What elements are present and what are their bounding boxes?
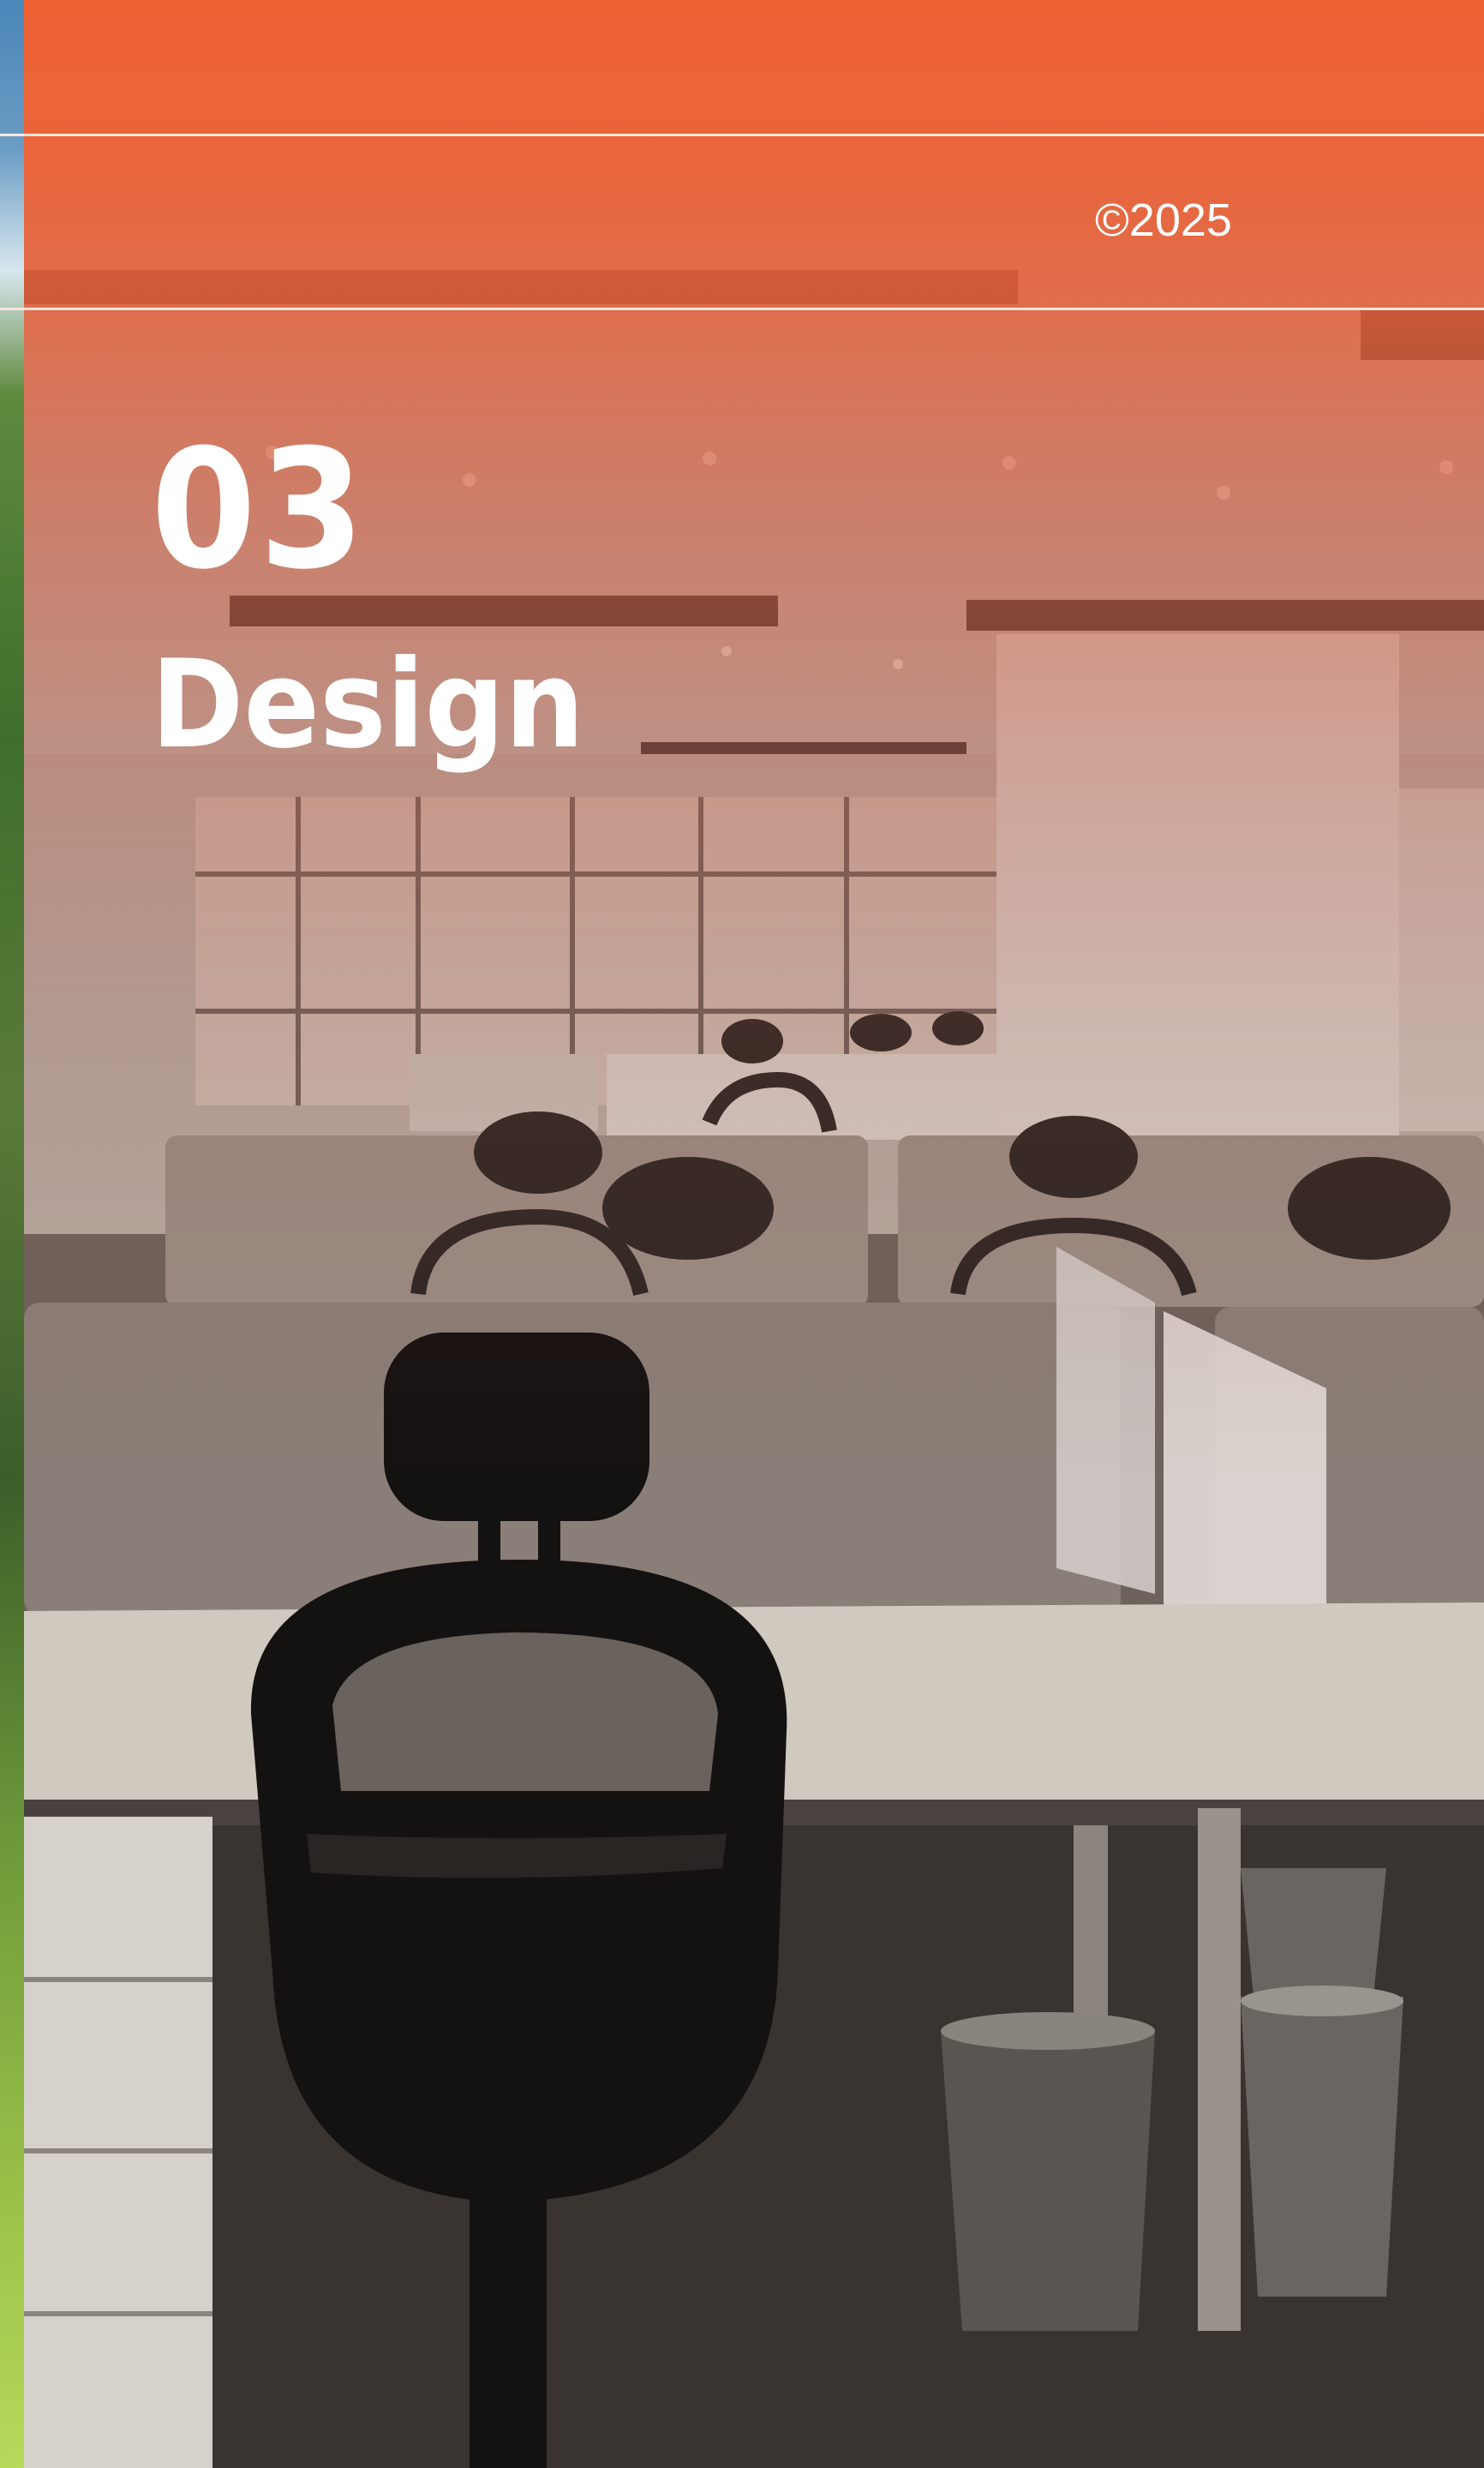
office-photo xyxy=(24,0,1484,2468)
top-divider-line xyxy=(0,134,1484,136)
brochure-page: ©2025 03 Design xyxy=(0,0,1484,2468)
adjacent-image-edge xyxy=(0,0,24,2468)
bottom-divider-line xyxy=(0,308,1484,310)
section-number: 03 xyxy=(151,415,368,606)
section-title: Design xyxy=(151,634,585,776)
copyright-text: ©2025 xyxy=(1095,195,1232,246)
